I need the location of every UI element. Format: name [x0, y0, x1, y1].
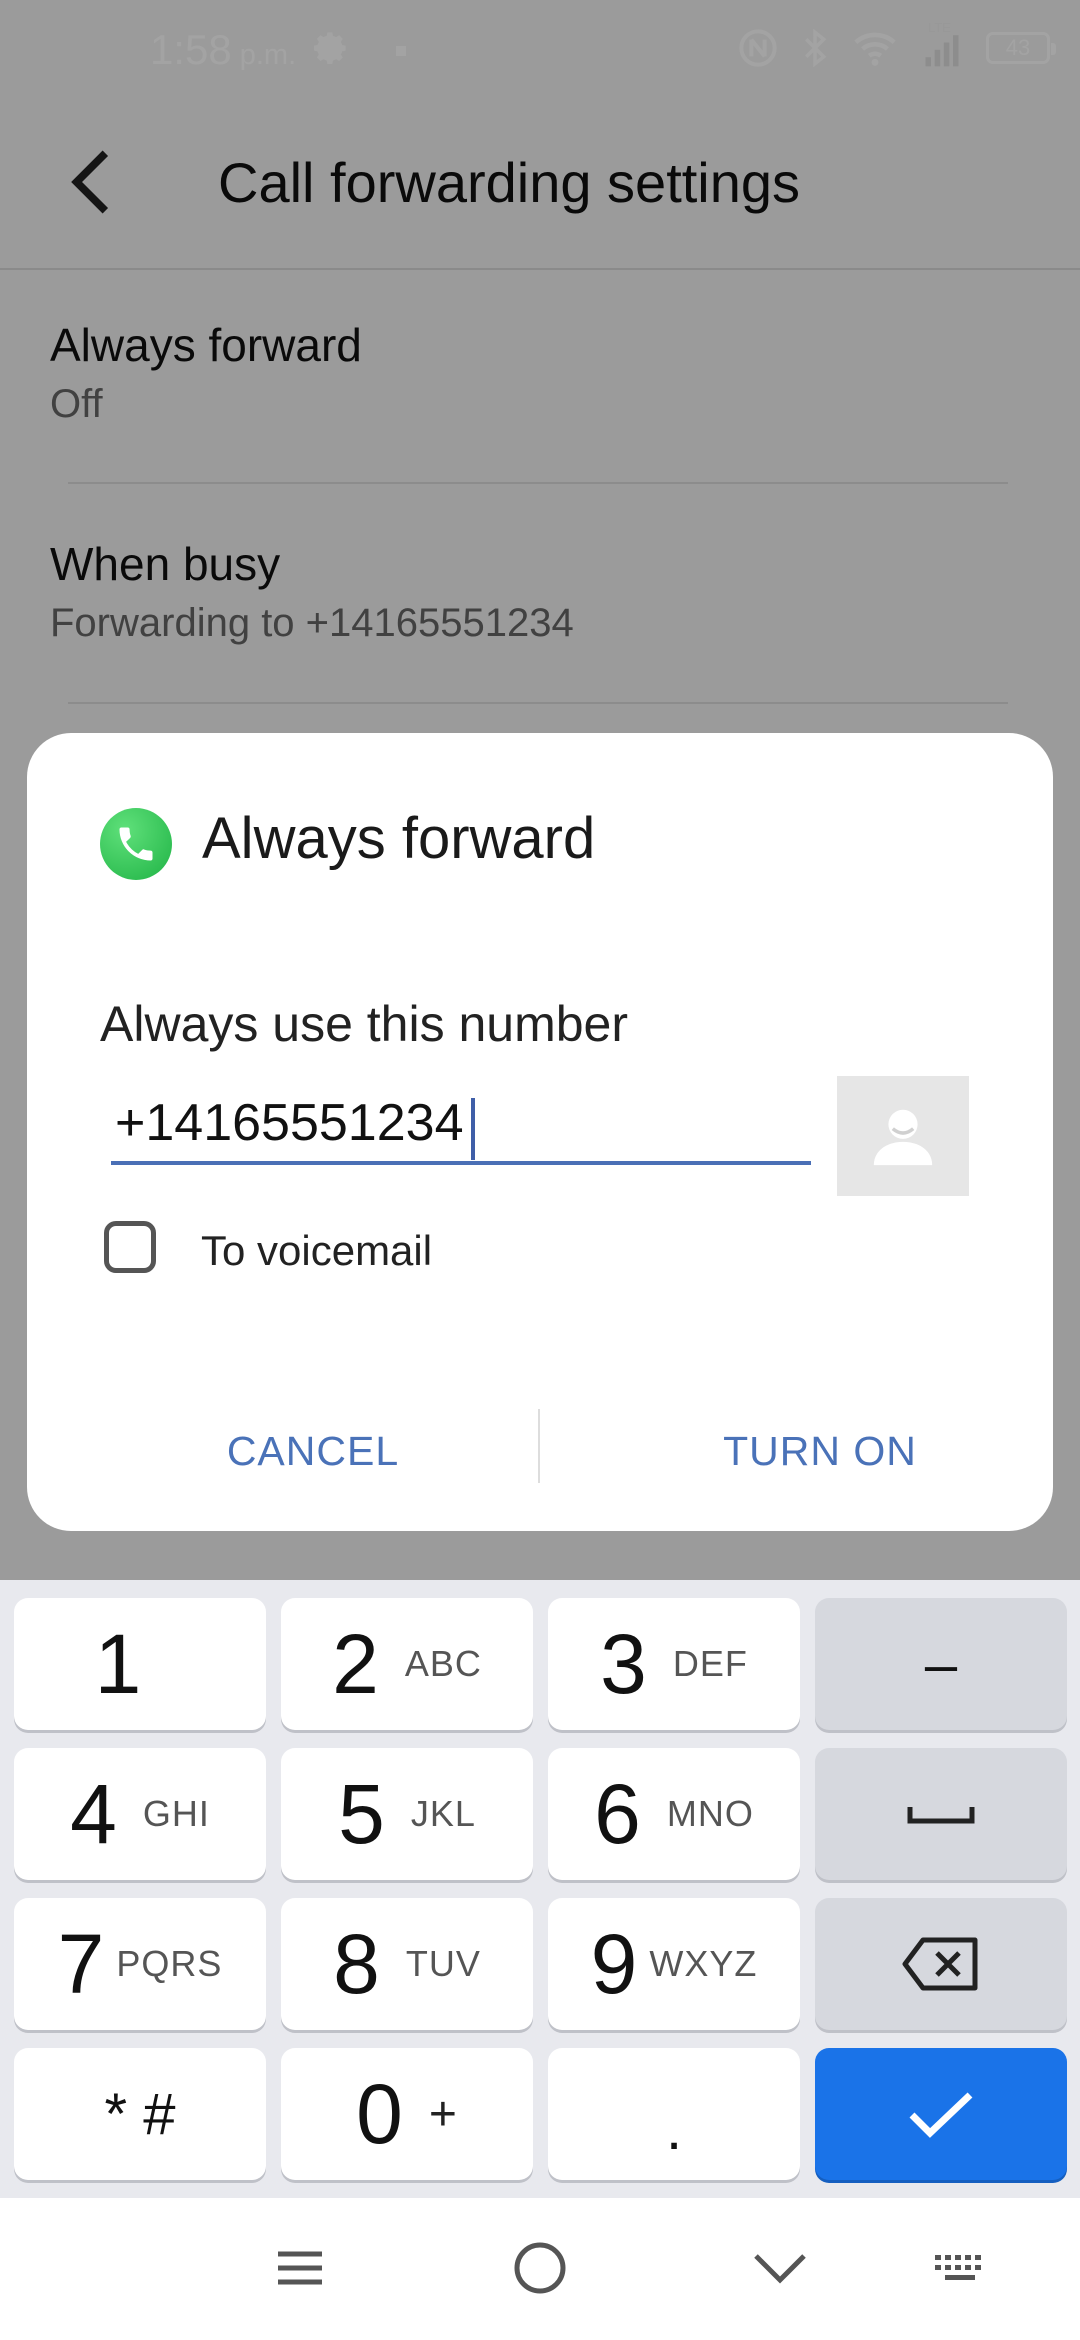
keyboard-icon	[935, 2255, 981, 2280]
key-letters: JKL	[410, 1793, 476, 1834]
key-1[interactable]: 1	[14, 1598, 266, 1730]
key-5[interactable]: 5 JKL	[281, 1748, 533, 1880]
key-digit: 0	[356, 2066, 403, 2161]
voicemail-checkbox-label[interactable]: To voicemail	[201, 1227, 432, 1275]
key-backspace[interactable]	[815, 1898, 1067, 2030]
key-symbol: * #	[104, 2081, 176, 2147]
key-digit: 8	[333, 1916, 380, 2011]
key-digit: 2	[332, 1616, 379, 1711]
key-9[interactable]: 9 WXYZ	[548, 1898, 800, 2030]
numeric-keyboard: 1 2 ABC 3 DEF – 4 GHI 5 JKL 6 MNO 7 PQRS…	[0, 1580, 1080, 2198]
key-enter[interactable]	[815, 2048, 1067, 2180]
forward-number-input[interactable]	[111, 1085, 811, 1165]
dialog-button-row: CANCEL TURN ON	[27, 1401, 1053, 1501]
key-letters: +	[428, 2087, 458, 2141]
key-star-hash[interactable]: * #	[14, 2048, 266, 2180]
phone-icon	[100, 808, 172, 880]
key-4[interactable]: 4 GHI	[14, 1748, 266, 1880]
key-letters: TUV	[405, 1943, 481, 1984]
dialog-title: Always forward	[202, 806, 596, 871]
backspace-icon	[902, 1937, 978, 1991]
key-digit: 3	[600, 1616, 647, 1711]
key-letters: DEF	[672, 1643, 748, 1684]
home-circle-icon	[514, 2242, 566, 2294]
key-digit: 9	[590, 1916, 638, 2011]
keyboard-switch-button[interactable]	[920, 2233, 1000, 2303]
menu-button[interactable]	[260, 2233, 340, 2303]
home-button[interactable]	[500, 2233, 580, 2303]
key-2[interactable]: 2 ABC	[281, 1598, 533, 1730]
key-letters: GHI	[142, 1793, 210, 1834]
navigation-bar	[0, 2198, 1080, 2340]
text-cursor	[471, 1098, 475, 1160]
key-digit: 1	[94, 1616, 142, 1711]
phone-handset-icon	[119, 827, 153, 861]
menu-icon	[278, 2251, 322, 2285]
key-3[interactable]: 3 DEF	[548, 1598, 800, 1730]
key-digit: 7	[57, 1916, 105, 2011]
cancel-button[interactable]: CANCEL	[143, 1401, 483, 1501]
turn-on-button[interactable]: TURN ON	[650, 1401, 990, 1501]
key-letters: ABC	[404, 1643, 482, 1684]
key-space[interactable]	[815, 1748, 1067, 1880]
key-dash[interactable]: –	[815, 1598, 1067, 1730]
space-icon	[907, 1807, 975, 1824]
button-divider	[538, 1409, 540, 1483]
key-digit: 5	[338, 1766, 385, 1861]
key-letters: MNO	[666, 1793, 754, 1834]
contact-picker-icon	[873, 1109, 933, 1166]
hide-keyboard-button[interactable]	[740, 2233, 820, 2303]
key-0[interactable]: 0 +	[281, 2048, 533, 2180]
chevron-down-icon	[754, 2254, 806, 2284]
key-symbol: –	[924, 1631, 958, 1697]
key-symbol: .	[665, 2096, 683, 2162]
key-dot[interactable]: .	[548, 2048, 800, 2180]
key-6[interactable]: 6 MNO	[548, 1748, 800, 1880]
contact-picker-button[interactable]	[837, 1076, 969, 1196]
key-7[interactable]: 7 PQRS	[14, 1898, 266, 2030]
always-forward-dialog: Always forward Always use this number To…	[27, 733, 1053, 1531]
dialog-label: Always use this number	[100, 996, 629, 1052]
checkmark-icon	[909, 2092, 973, 2138]
key-letters: PQRS	[116, 1943, 223, 1984]
key-8[interactable]: 8 TUV	[281, 1898, 533, 2030]
voicemail-checkbox[interactable]	[104, 1221, 156, 1273]
key-letters: WXYZ	[649, 1943, 758, 1984]
key-digit: 6	[594, 1766, 641, 1861]
key-digit: 4	[70, 1766, 117, 1861]
